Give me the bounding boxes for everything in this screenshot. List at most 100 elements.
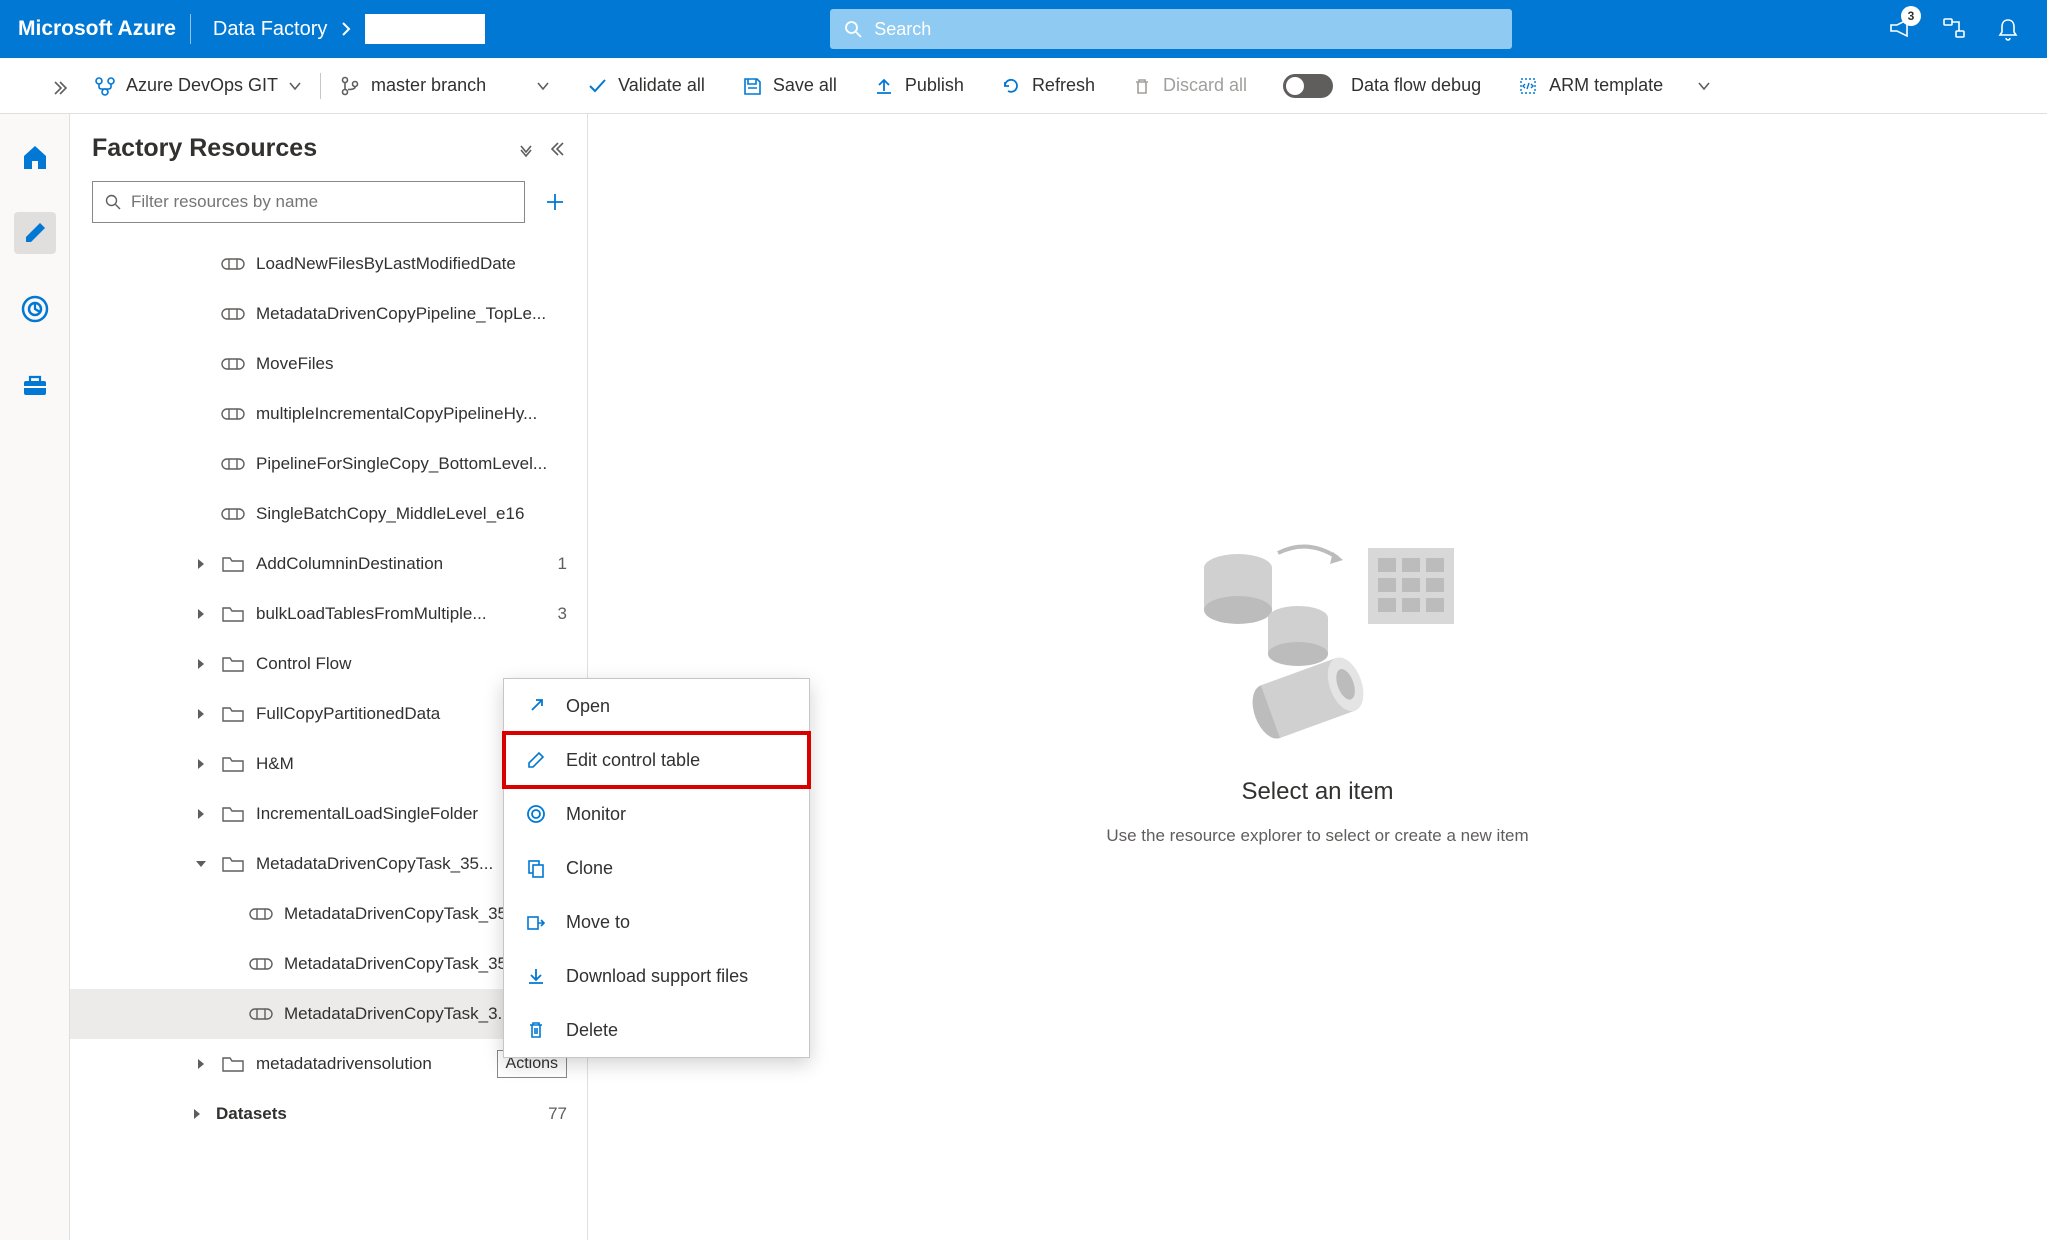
chevron-right-icon — [341, 22, 351, 36]
panel-title: Factory Resources — [92, 134, 317, 163]
tree-row-pipeline[interactable]: MoveFiles — [70, 339, 587, 389]
publish-button[interactable]: Publish — [855, 58, 982, 113]
publish-label: Publish — [905, 75, 964, 96]
folder-icon — [220, 605, 246, 623]
rail-home-button[interactable] — [14, 136, 56, 178]
folder-icon — [220, 855, 246, 873]
tree-label: PipelineForSingleCopy_BottomLevel... — [256, 454, 567, 474]
refresh-label: Refresh — [1032, 75, 1095, 96]
save-all-label: Save all — [773, 75, 837, 96]
ctx-label: Open — [566, 696, 610, 717]
folder-icon — [220, 705, 246, 723]
git-repo-selector[interactable]: Azure DevOps GIT — [76, 58, 320, 113]
discard-all-label: Discard all — [1163, 75, 1247, 96]
refresh-button[interactable]: Refresh — [982, 58, 1113, 113]
folder-icon — [220, 1055, 246, 1073]
pencil-icon — [524, 748, 548, 772]
pipeline-icon — [248, 1006, 274, 1022]
tree-row-pipeline[interactable]: LoadNewFilesByLastModifiedDate — [70, 239, 587, 289]
tree-row-pipeline[interactable]: PipelineForSingleCopy_BottomLevel... — [70, 439, 587, 489]
branch-label: master branch — [371, 75, 486, 96]
notification-badge: 3 — [1901, 6, 1921, 26]
tree-row-pipeline[interactable]: multipleIncrementalCopyPipelineHy... — [70, 389, 587, 439]
global-search[interactable] — [830, 9, 1512, 49]
ctx-move-to[interactable]: Move to — [504, 895, 809, 949]
rail-manage-button[interactable] — [14, 364, 56, 406]
ctx-clone[interactable]: Clone — [504, 841, 809, 895]
folder-icon — [220, 655, 246, 673]
pencil-icon — [20, 218, 50, 248]
branch-selector[interactable]: master branch — [321, 58, 568, 113]
search-input[interactable] — [862, 19, 1498, 40]
ctx-label: Delete — [566, 1020, 618, 1041]
add-resource-button[interactable] — [541, 188, 569, 216]
breadcrumb[interactable]: Data Factory — [191, 14, 485, 44]
tree-label: multipleIncrementalCopyPipelineHy... — [256, 404, 567, 424]
ctx-label: Edit control table — [566, 750, 700, 771]
ctx-delete[interactable]: Delete — [504, 1003, 809, 1057]
clone-icon — [524, 856, 548, 880]
panel-header: Factory Resources — [70, 114, 587, 169]
arm-template-icon — [1517, 75, 1539, 97]
notifications-bell-icon[interactable] — [1995, 16, 2021, 42]
ctx-label: Move to — [566, 912, 630, 933]
topbar-right: 3 — [1857, 16, 2033, 42]
ctx-label: Monitor — [566, 804, 626, 825]
ctx-label: Download support files — [566, 966, 748, 987]
caret-right-icon — [192, 608, 210, 620]
check-icon — [586, 75, 608, 97]
caret-right-icon — [192, 1058, 210, 1070]
trash-icon — [1131, 75, 1153, 97]
context-menu: Open Edit control table Monitor Clone Mo… — [503, 678, 810, 1058]
connections-icon[interactable] — [1941, 16, 1967, 42]
ctx-monitor[interactable]: Monitor — [504, 787, 809, 841]
breadcrumb-resource-redacted — [365, 14, 485, 44]
folder-icon — [220, 755, 246, 773]
rail-monitor-button[interactable] — [14, 288, 56, 330]
home-icon — [20, 142, 50, 172]
caret-right-icon — [192, 708, 210, 720]
collapse-panel-icon[interactable] — [551, 140, 569, 158]
arm-template-label: ARM template — [1549, 75, 1663, 96]
plus-icon — [544, 191, 566, 213]
toggle-switch[interactable] — [1283, 74, 1333, 98]
ctx-open[interactable]: Open — [504, 679, 809, 733]
tree-row-pipeline[interactable]: SingleBatchCopy_MiddleLevel_e16 — [70, 489, 587, 539]
ctx-label: Clone — [566, 858, 613, 879]
rail-author-button[interactable] — [14, 212, 56, 254]
git-repo-label: Azure DevOps GIT — [126, 75, 278, 96]
ctx-edit-control-table[interactable]: Edit control table — [504, 733, 809, 787]
tree-count: 3 — [531, 604, 567, 624]
filter-input[interactable] — [131, 192, 512, 212]
azure-topbar: Microsoft Azure Data Factory 3 — [0, 0, 2047, 58]
search-icon — [105, 194, 121, 210]
gauge-icon — [524, 802, 548, 826]
open-icon — [524, 694, 548, 718]
refresh-icon — [1000, 75, 1022, 97]
expand-rail-button[interactable] — [46, 74, 74, 102]
search-container — [485, 9, 1857, 49]
save-all-button[interactable]: Save all — [723, 58, 855, 113]
dataflow-debug-toggle[interactable]: Data flow debug — [1265, 58, 1499, 113]
pipeline-icon — [220, 356, 246, 372]
tree-row-folder[interactable]: AddColumninDestination 1 — [70, 539, 587, 589]
announcements-icon[interactable]: 3 — [1887, 16, 1913, 42]
main: Factory Resources — [0, 114, 2047, 1240]
brand: Microsoft Azure — [14, 17, 190, 41]
search-icon — [844, 20, 862, 38]
tree-section-datasets[interactable]: Datasets 77 — [70, 1089, 587, 1139]
tree-count: 1 — [531, 554, 567, 574]
ctx-download[interactable]: Download support files — [504, 949, 809, 1003]
pin-toggle-icon[interactable] — [517, 140, 535, 158]
tree-label: bulkLoadTablesFromMultiple... — [256, 604, 521, 624]
validate-all-button[interactable]: Validate all — [568, 58, 723, 113]
filter-input-wrap[interactable] — [92, 181, 525, 223]
placeholder-subtitle: Use the resource explorer to select or c… — [1106, 826, 1528, 846]
arm-template-button[interactable]: ARM template — [1499, 58, 1729, 113]
tree-row-folder[interactable]: bulkLoadTablesFromMultiple... 3 — [70, 589, 587, 639]
pipeline-icon — [220, 506, 246, 522]
discard-all-button[interactable]: Discard all — [1113, 58, 1265, 113]
tree-row-pipeline[interactable]: MetadataDrivenCopyPipeline_TopLe... — [70, 289, 587, 339]
breadcrumb-label: Data Factory — [213, 18, 327, 41]
tree-count: 77 — [531, 1104, 567, 1124]
